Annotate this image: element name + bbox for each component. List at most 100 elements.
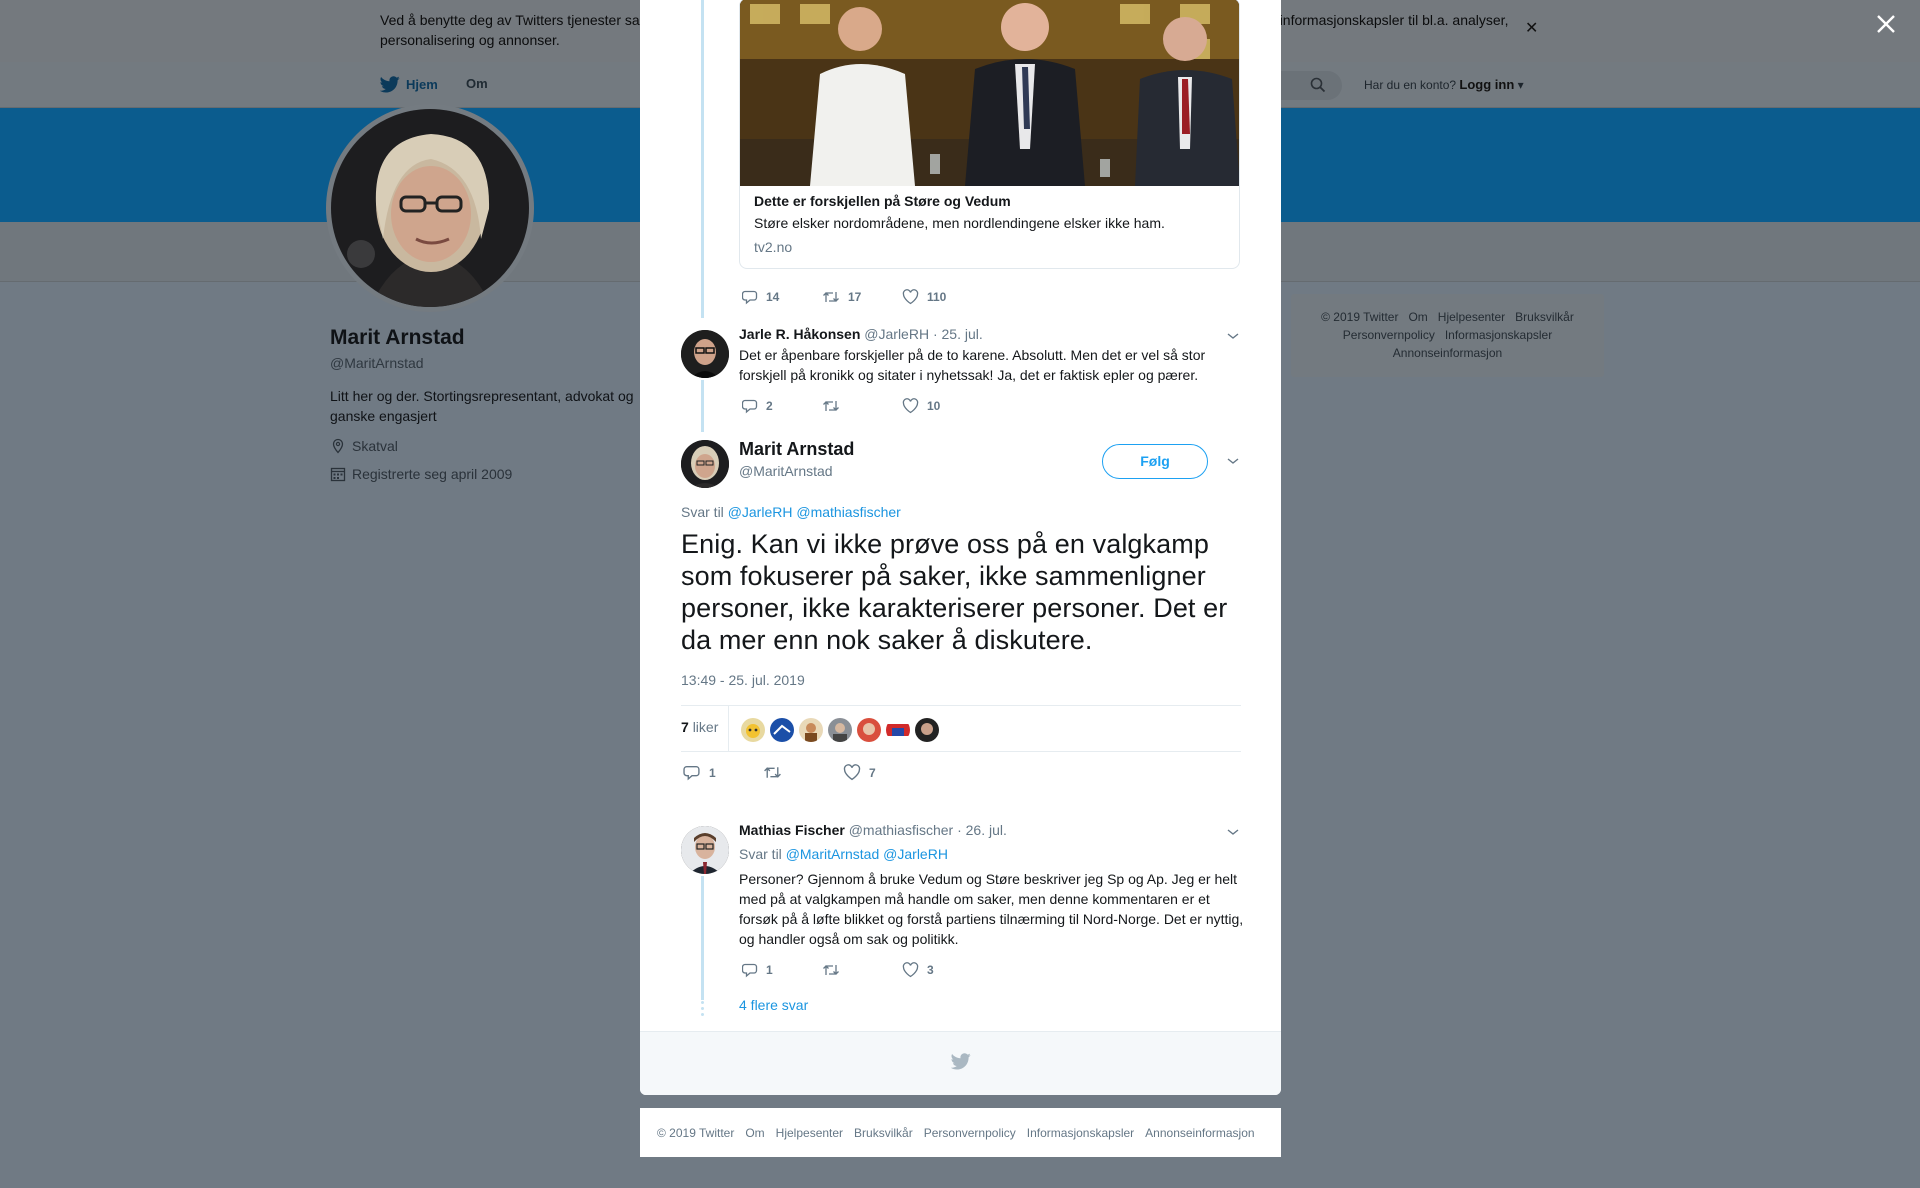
profile-joined: Registrerte seg april 2009 [330, 466, 512, 482]
search-icon[interactable] [1310, 77, 1326, 93]
divider [728, 706, 729, 751]
chevron-down-icon[interactable] [1226, 456, 1240, 466]
main-tweet-text: Enig. Kan vi ikke prøve oss på en valgka… [681, 529, 1228, 655]
like-button[interactable]: 10 [902, 398, 982, 414]
reply-to-line: Svar til @JarleRH @mathiasfischer [681, 504, 901, 520]
liker-avatar[interactable] [799, 718, 823, 742]
tweet-text: Det er åpenbare forskjeller på de to kar… [739, 347, 1206, 383]
nav-home[interactable]: Hjem [380, 76, 438, 93]
reply-count: 1 [766, 963, 773, 977]
reply-count: 1 [709, 765, 716, 780]
likes-summary[interactable]: 7 liker [681, 719, 718, 735]
tweet-header: Mathias Fischer @mathiasfischer · 26. ju… [739, 822, 1007, 838]
retweet-icon [764, 767, 781, 778]
author-handle[interactable]: @JarleRH [864, 326, 929, 342]
footer-link-cookies[interactable]: Informasjonskapsler [1027, 1126, 1134, 1140]
author-name[interactable]: Marit Arnstad [739, 439, 854, 460]
tweet-header: Jarle R. Håkonsen @JarleRH · 25. jul. [739, 326, 983, 342]
tweet-date[interactable]: · 25. jul. [933, 326, 983, 342]
thread-line [701, 876, 704, 1000]
profile-name[interactable]: Marit Arnstad [330, 326, 465, 350]
like-button[interactable]: 7 [843, 764, 923, 781]
retweet-button[interactable]: 17 [822, 289, 902, 305]
footer-link-privacy[interactable]: Personvernpolicy [924, 1126, 1016, 1140]
close-modal-icon[interactable] [1874, 12, 1898, 36]
mention-link[interactable]: @JarleRH [728, 504, 793, 520]
tweet-timestamp[interactable]: 13:49 - 25. jul. 2019 [681, 672, 805, 688]
nav-about[interactable]: Om [466, 76, 488, 91]
likes-number: 7 [681, 719, 689, 735]
login-link[interactable]: Logg inn [1459, 77, 1514, 92]
profile-photo [331, 109, 529, 307]
card-title: Dette er forskjellen på Støre og Vedum [754, 193, 1011, 209]
avatar[interactable] [681, 826, 729, 874]
author-name[interactable]: Mathias Fischer [739, 822, 845, 838]
retweet-button[interactable] [763, 764, 843, 781]
footer-link-privacy[interactable]: Personvernpolicy [1343, 328, 1435, 342]
thread-dots-icon [701, 1001, 704, 1019]
footer-link-about[interactable]: Om [1408, 310, 1427, 324]
reply-button[interactable]: 1 [742, 962, 822, 978]
retweet-icon [823, 292, 839, 302]
location-text: Skatval [352, 438, 398, 454]
author-name[interactable]: Jarle R. Håkonsen [739, 326, 860, 342]
reply-count: 14 [766, 290, 780, 304]
footer-link-ads[interactable]: Annonseinformasjon [1145, 1126, 1254, 1140]
author-handle[interactable]: @MaritArnstad [739, 463, 833, 479]
reply-button[interactable]: 14 [742, 289, 822, 305]
avatar[interactable] [681, 330, 729, 378]
footer-link-terms[interactable]: Bruksvilkår [1515, 310, 1574, 324]
more-replies-link[interactable]: 4 flere svar [739, 997, 808, 1013]
like-count: 7 [869, 765, 876, 780]
liker-avatar[interactable] [770, 718, 794, 742]
nav-home-label: Hjem [406, 77, 438, 92]
liker-avatar[interactable] [741, 718, 765, 742]
heart-icon [902, 398, 919, 414]
liker-avatar[interactable] [857, 718, 881, 742]
like-button[interactable]: 3 [902, 962, 982, 978]
reply-icon [683, 765, 700, 781]
cookie-close-icon[interactable]: ✕ [1525, 18, 1538, 38]
retweet-button[interactable] [822, 398, 902, 414]
footer-link-help[interactable]: Hjelpesenter [776, 1126, 843, 1140]
have-account-text: Har du en konto? [1364, 78, 1457, 92]
mention-link[interactable]: @JarleRH [883, 846, 948, 862]
follow-button[interactable]: Følg [1102, 444, 1208, 479]
reply-to-label: Svar til [739, 846, 782, 862]
profile-handle[interactable]: @MaritArnstad [330, 355, 424, 371]
heart-icon [902, 289, 919, 305]
liker-avatar[interactable] [828, 718, 852, 742]
reply-icon [742, 399, 758, 414]
footer-link-cookies[interactable]: Informasjonskapsler [1445, 328, 1552, 342]
footer-link-help[interactable]: Hjelpesenter [1438, 310, 1505, 324]
like-count: 10 [927, 399, 941, 413]
mention-link[interactable]: @MaritArnstad [786, 846, 880, 862]
author-handle[interactable]: @mathiasfischer [849, 822, 953, 838]
footer-link-terms[interactable]: Bruksvilkår [854, 1126, 913, 1140]
liker-avatar[interactable] [915, 718, 939, 742]
likers-list [741, 718, 939, 742]
link-preview-card[interactable]: Dette er forskjellen på Støre og Vedum S… [739, 0, 1240, 269]
reply-icon [742, 963, 758, 978]
chevron-down-icon[interactable] [1226, 827, 1240, 837]
footer-link-ads[interactable]: Annonseinformasjon [1393, 346, 1502, 360]
reply-button[interactable]: 2 [742, 398, 822, 414]
like-count: 110 [927, 290, 947, 304]
caret-down-icon[interactable]: ▾ [1514, 78, 1524, 92]
likes-label: liker [692, 719, 719, 735]
mention-link[interactable]: @mathiasfischer [796, 504, 900, 520]
footer-copyright: © 2019 Twitter [1321, 310, 1399, 324]
retweet-icon [823, 401, 839, 411]
profile-avatar[interactable] [326, 104, 534, 312]
reply-button[interactable]: 1 [683, 764, 763, 781]
liker-avatar[interactable] [886, 718, 910, 742]
footer-link-about[interactable]: Om [745, 1126, 764, 1140]
tweet-date[interactable]: · 26. jul. [957, 822, 1007, 838]
retweet-button[interactable] [822, 962, 902, 978]
side-footer: © 2019 Twitter Om Hjelpesenter Bruksvilkår … [1291, 294, 1604, 377]
like-button[interactable]: 110 [902, 289, 982, 305]
avatar[interactable] [681, 440, 729, 488]
joined-text: Registrerte seg april 2009 [352, 466, 513, 482]
heart-icon [902, 962, 919, 978]
chevron-down-icon[interactable] [1226, 331, 1240, 341]
